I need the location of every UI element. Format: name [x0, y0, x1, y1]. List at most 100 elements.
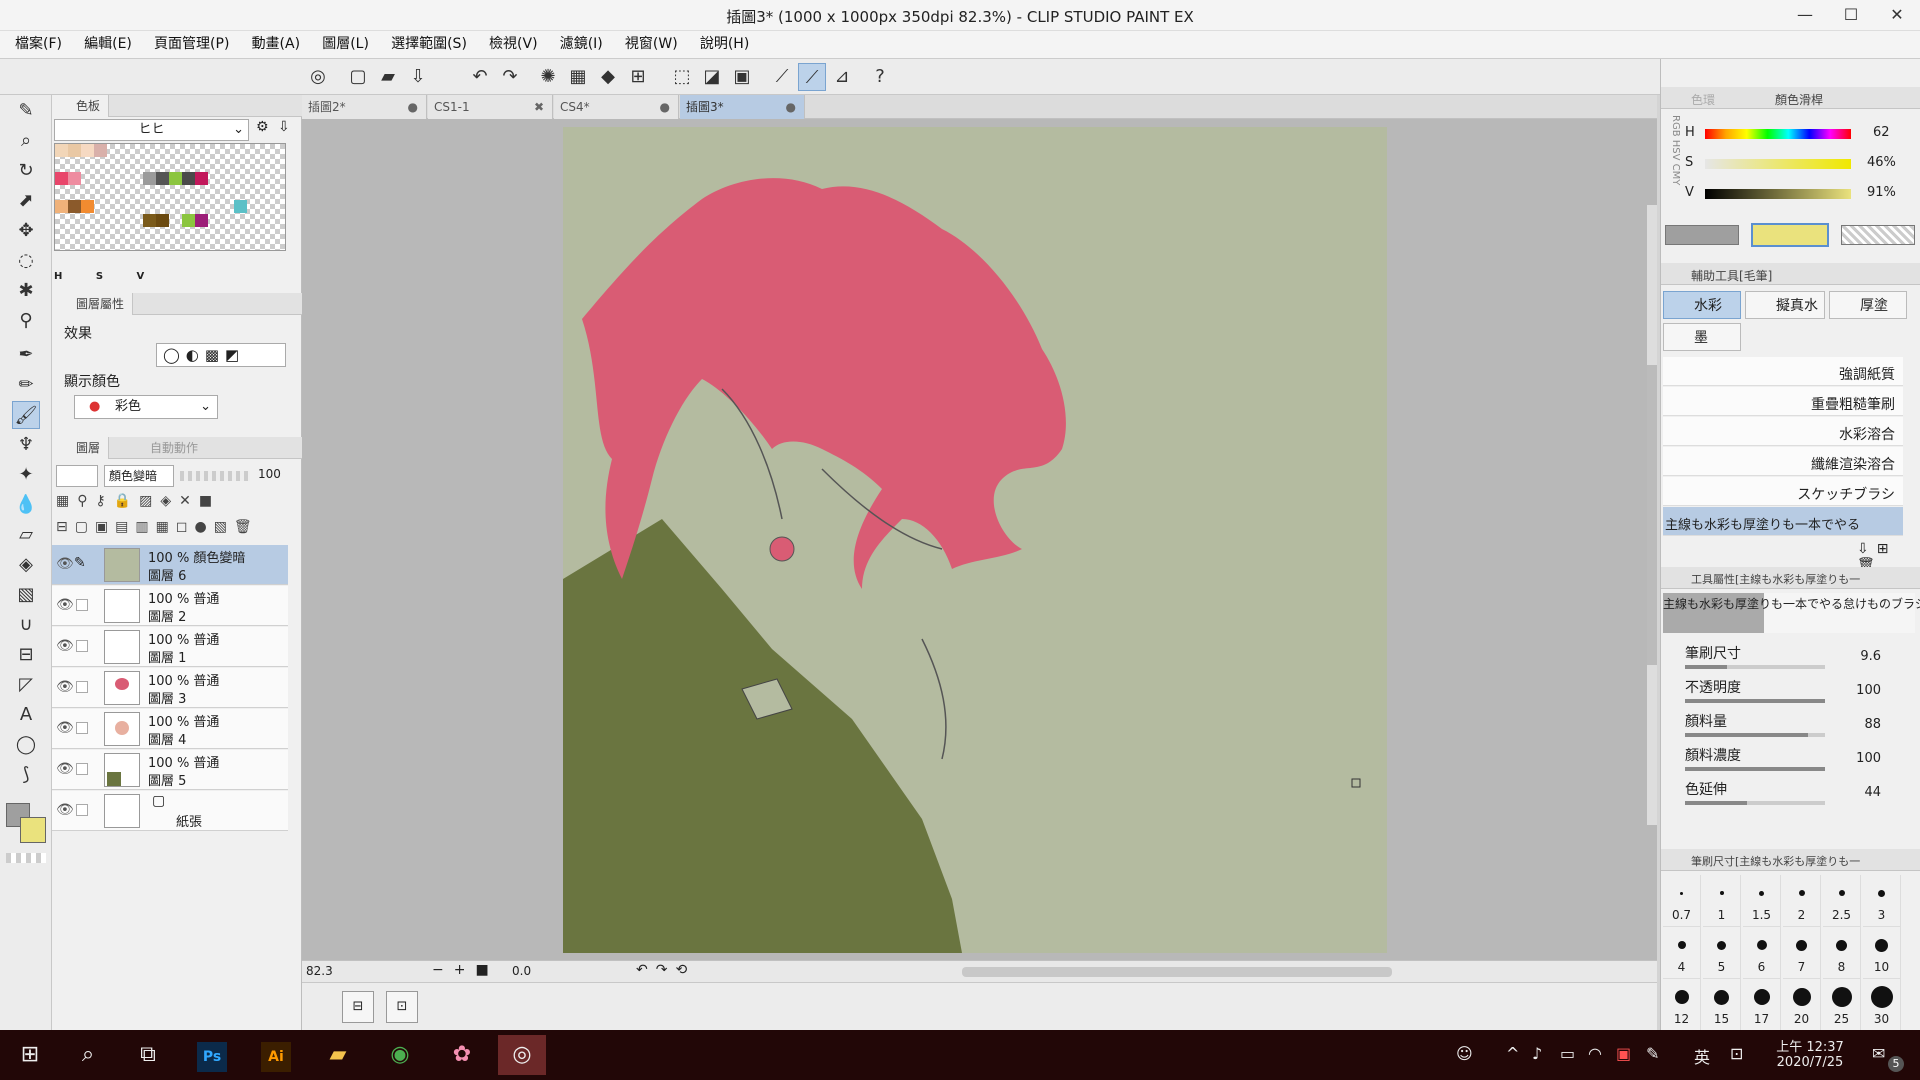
- swatch[interactable]: [195, 172, 208, 185]
- display-color-dropdown[interactable]: ● 彩色 ⌄: [74, 395, 218, 419]
- correct-line-icon[interactable]: ⟆: [12, 761, 40, 789]
- hue-value[interactable]: 62: [1873, 125, 1890, 140]
- layer-checkbox[interactable]: [76, 640, 88, 652]
- menu-view[interactable]: 檢視(V): [480, 31, 547, 57]
- brush-size-option[interactable]: 17: [1743, 979, 1781, 1031]
- swatch[interactable]: [55, 144, 68, 157]
- prop-slider[interactable]: [1685, 665, 1825, 669]
- main-color-swatch[interactable]: [20, 817, 46, 843]
- pen-tool-icon[interactable]: ✎: [12, 97, 40, 125]
- operation-tool-icon[interactable]: ⬈: [12, 187, 40, 215]
- brush-item[interactable]: 重疊粗糙筆刷: [1663, 387, 1903, 416]
- color-swatch-grid[interactable]: [54, 143, 286, 251]
- figure-icon[interactable]: ∪: [12, 611, 40, 639]
- chrome-icon[interactable]: ◉: [376, 1035, 424, 1075]
- eyedropper-icon[interactable]: ⚲: [12, 307, 40, 335]
- menu-filter[interactable]: 濾鏡(I): [551, 31, 612, 57]
- wifi-icon[interactable]: ◠: [1588, 1044, 1602, 1063]
- maximize-button[interactable]: ☐: [1828, 0, 1874, 31]
- main-color-box[interactable]: [1751, 223, 1829, 247]
- swatch[interactable]: [156, 214, 169, 227]
- swatch[interactable]: [143, 214, 156, 227]
- file-explorer-icon[interactable]: ▰: [314, 1035, 362, 1075]
- ime-mode-icon[interactable]: ⊡: [1730, 1044, 1743, 1063]
- transform-icon[interactable]: ⊞: [624, 63, 652, 91]
- eye-icon[interactable]: 👁: [56, 679, 74, 695]
- security-icon[interactable]: ▣: [1616, 1044, 1631, 1063]
- effect-buttons[interactable]: ◯◐▩◩: [156, 343, 286, 367]
- canvas-area[interactable]: [302, 95, 1657, 1030]
- blend-mode-dropdown[interactable]: 顏色變暗: [104, 465, 174, 487]
- swatch[interactable]: [68, 172, 81, 185]
- decoration-icon[interactable]: ✦: [12, 461, 40, 489]
- ruler-icon[interactable]: ◸: [12, 671, 40, 699]
- zoom-controls[interactable]: −+■: [432, 962, 499, 978]
- eye-icon[interactable]: 👁: [56, 761, 74, 777]
- layer-lock-buttons[interactable]: ▦⚲⚷🔒▨◈✕■: [56, 493, 296, 513]
- brush-item[interactable]: 水彩溶合: [1663, 417, 1903, 446]
- swatch[interactable]: [81, 144, 94, 157]
- color-slider-tab[interactable]: 顏色滑桿: [1775, 91, 1823, 108]
- color-mode-dropdown[interactable]: [56, 465, 98, 487]
- subtool-watercolor-tab[interactable]: 水彩: [1663, 291, 1741, 319]
- brush-size-option[interactable]: 20: [1783, 979, 1821, 1031]
- angle-value[interactable]: 0.0: [512, 964, 531, 978]
- menu-animation[interactable]: 動畫(A): [243, 31, 310, 57]
- menu-file[interactable]: 檔案(F): [6, 31, 71, 57]
- eye-icon[interactable]: 👁: [56, 802, 74, 818]
- horizontal-scrollbar[interactable]: [962, 967, 1392, 977]
- value-value[interactable]: 91%: [1867, 185, 1896, 200]
- color-mode-tabs[interactable]: RGB HSV CMY: [1665, 115, 1681, 239]
- rotate-controls[interactable]: ↶↷⟲: [636, 962, 695, 978]
- brush-size-option[interactable]: 15: [1703, 979, 1741, 1031]
- pencil-icon[interactable]: ✏: [12, 371, 40, 399]
- color-wheel-tab[interactable]: 色環: [1691, 91, 1715, 108]
- vertical-scrollbar[interactable]: [1647, 205, 1657, 825]
- new-file-icon[interactable]: ▢: [344, 63, 372, 91]
- brush-size-option[interactable]: 25: [1823, 979, 1861, 1031]
- mode-rgb[interactable]: RGB: [1670, 115, 1681, 137]
- clip-studio-taskbar-icon[interactable]: ◎: [498, 1035, 546, 1075]
- canvas-artwork[interactable]: [302, 119, 1657, 984]
- search-icon[interactable]: ⌕: [64, 1035, 112, 1075]
- mode-hsv[interactable]: HSV: [1670, 140, 1681, 161]
- lasso-tool-icon[interactable]: ◌: [12, 247, 40, 275]
- illustrator-icon[interactable]: Ai: [252, 1035, 300, 1075]
- snap-grid-icon[interactable]: ⊿: [828, 63, 856, 91]
- brush-item[interactable]: スケッチブラシ: [1663, 477, 1903, 506]
- close-button[interactable]: ✕: [1874, 0, 1920, 31]
- eye-icon[interactable]: 👁: [56, 556, 74, 572]
- layer-item-2[interactable]: 👁 100 % 普通 圖層 2: [52, 586, 288, 626]
- layer-checkbox[interactable]: [76, 681, 88, 693]
- menu-layer[interactable]: 圖層(L): [313, 31, 378, 57]
- animation-cel-icon[interactable]: ⊡: [386, 991, 418, 1023]
- blend-icon[interactable]: 💧: [12, 491, 40, 519]
- tab-cs4[interactable]: CS4* ●: [554, 95, 679, 119]
- menu-selection[interactable]: 選擇範圍(S): [382, 31, 476, 57]
- prop-value[interactable]: 88: [1864, 717, 1881, 732]
- layer-item-1[interactable]: 👁 100 % 普通 圖層 1: [52, 627, 288, 667]
- gradient-icon[interactable]: ▧: [12, 581, 40, 609]
- prop-opacity[interactable]: 不透明度 100: [1685, 675, 1909, 709]
- tab-illust2[interactable]: 插圖2* ●: [302, 95, 427, 119]
- brush-size-option[interactable]: 2.5: [1823, 875, 1861, 927]
- prop-slider[interactable]: [1685, 733, 1825, 737]
- prop-color-stretch[interactable]: 色延伸 44: [1685, 777, 1909, 811]
- saturation-value[interactable]: 46%: [1867, 155, 1896, 170]
- mode-cmy[interactable]: CMY: [1670, 164, 1681, 186]
- transparent-color-swatch[interactable]: [6, 853, 46, 863]
- photos-icon[interactable]: ✿: [438, 1035, 486, 1075]
- open-folder-icon[interactable]: ▰: [374, 63, 402, 91]
- brush-size-option[interactable]: 6: [1743, 927, 1781, 979]
- brush-size-option[interactable]: 30: [1863, 979, 1901, 1031]
- layer-checkbox[interactable]: [76, 722, 88, 734]
- photoshop-icon[interactable]: Ps: [188, 1035, 236, 1075]
- swatch[interactable]: [156, 172, 169, 185]
- swatch[interactable]: [68, 144, 81, 157]
- sub-color-box[interactable]: [1665, 225, 1739, 245]
- eye-icon[interactable]: 👁: [56, 720, 74, 736]
- menu-help[interactable]: 說明(H): [691, 31, 758, 57]
- layer-checkbox[interactable]: [76, 599, 88, 611]
- snap-special-ruler-icon[interactable]: ⟋: [798, 63, 826, 91]
- swatch[interactable]: [94, 144, 107, 157]
